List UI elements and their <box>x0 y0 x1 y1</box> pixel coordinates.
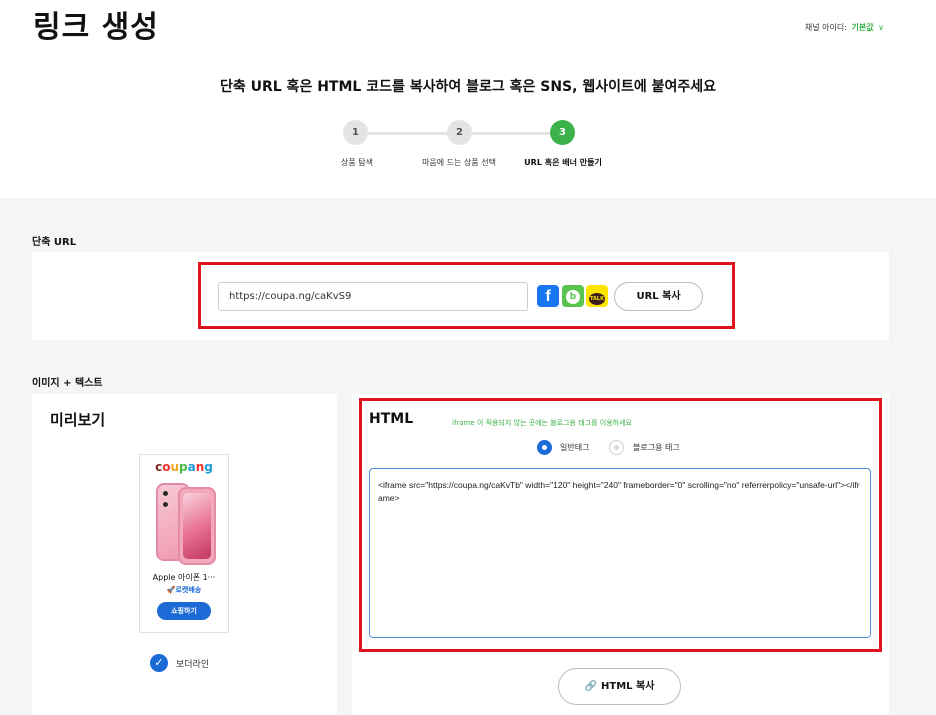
short-url-field[interactable]: https://coupa.ng/caKvS9 <box>218 282 528 311</box>
html-copy-label: HTML 복사 <box>601 681 655 692</box>
coupang-logo: coupang <box>155 460 213 474</box>
rocket-delivery-badge: 🚀로켓배송 <box>166 586 202 594</box>
border-option-label[interactable]: 보더라인 <box>176 657 209 670</box>
step-connector <box>358 132 458 135</box>
html-copy-button[interactable]: 🔗 HTML 복사 <box>558 668 681 705</box>
page-header: 링크 생성 채널 아이디: 기본값 ∨ 단축 URL 혹은 HTML 코드를 복… <box>0 0 936 198</box>
banner-preview: coupang Apple 아이폰 1··· 🚀로켓배송 쇼핑하기 <box>139 454 229 633</box>
band-icon[interactable]: b <box>562 285 584 307</box>
camera-lens <box>161 500 170 509</box>
page-subtitle: 단축 URL 혹은 HTML 코드를 복사하여 블로그 혹은 SNS, 웹사이트… <box>219 79 716 95</box>
chevron-down-icon[interactable]: ∨ <box>878 23 884 32</box>
html-note: iframe 이 적용되지 않는 곳에는 블로그용 태그를 이용하세요 <box>452 419 632 427</box>
radio-general-tag[interactable] <box>537 440 552 455</box>
step-indicator: 1 2 3 상품 탐색 마음에 드는 상품 선택 URL 혹은 배너 만들기 <box>300 120 620 170</box>
url-copy-button[interactable]: URL 복사 <box>614 282 703 311</box>
step-2-label: 마음에 드는 상품 선택 <box>422 158 496 167</box>
checkmark-icon[interactable]: ✓ <box>150 654 168 672</box>
facebook-icon[interactable]: f <box>537 285 559 307</box>
step-3-label: URL 혹은 배너 만들기 <box>524 158 602 167</box>
link-icon: 🔗 <box>584 681 598 692</box>
page-title: 링크 생성 <box>33 10 159 45</box>
radio-blog-tag-label[interactable]: 블로그용 태그 <box>633 442 680 453</box>
radio-blog-tag[interactable] <box>609 440 624 455</box>
phone-front <box>178 487 216 565</box>
step-2-circle: 2 <box>447 120 472 145</box>
kakaotalk-icon[interactable]: TALK <box>586 285 608 307</box>
short-url-section-label: 단축 URL <box>32 237 77 248</box>
product-image <box>152 481 218 565</box>
step-3-circle: 3 <box>550 120 575 145</box>
shop-button[interactable]: 쇼핑하기 <box>157 602 211 620</box>
channel-selector[interactable]: 채널 아이디: 기본값 ∨ <box>805 22 884 33</box>
band-glyph: b <box>566 290 580 304</box>
kakaotalk-glyph: TALK <box>589 293 605 305</box>
image-text-section-label: 이미지 + 텍스트 <box>32 378 103 389</box>
channel-label: 채널 아이디: <box>804 23 847 32</box>
html-code-textarea[interactable]: <iframe src="https://coupa.ng/caKvTb" wi… <box>369 468 871 638</box>
step-1-label: 상품 탐색 <box>341 158 373 167</box>
step-connector <box>462 132 560 135</box>
step-1-circle: 1 <box>343 120 368 145</box>
camera-lens <box>161 489 170 498</box>
html-title: HTML <box>369 411 414 427</box>
channel-value[interactable]: 기본값 <box>852 23 874 32</box>
preview-title: 미리보기 <box>50 411 106 429</box>
product-name: Apple 아이폰 1··· <box>152 573 216 582</box>
phone-screen <box>183 493 211 559</box>
radio-general-tag-label[interactable]: 일반태그 <box>560 442 589 453</box>
